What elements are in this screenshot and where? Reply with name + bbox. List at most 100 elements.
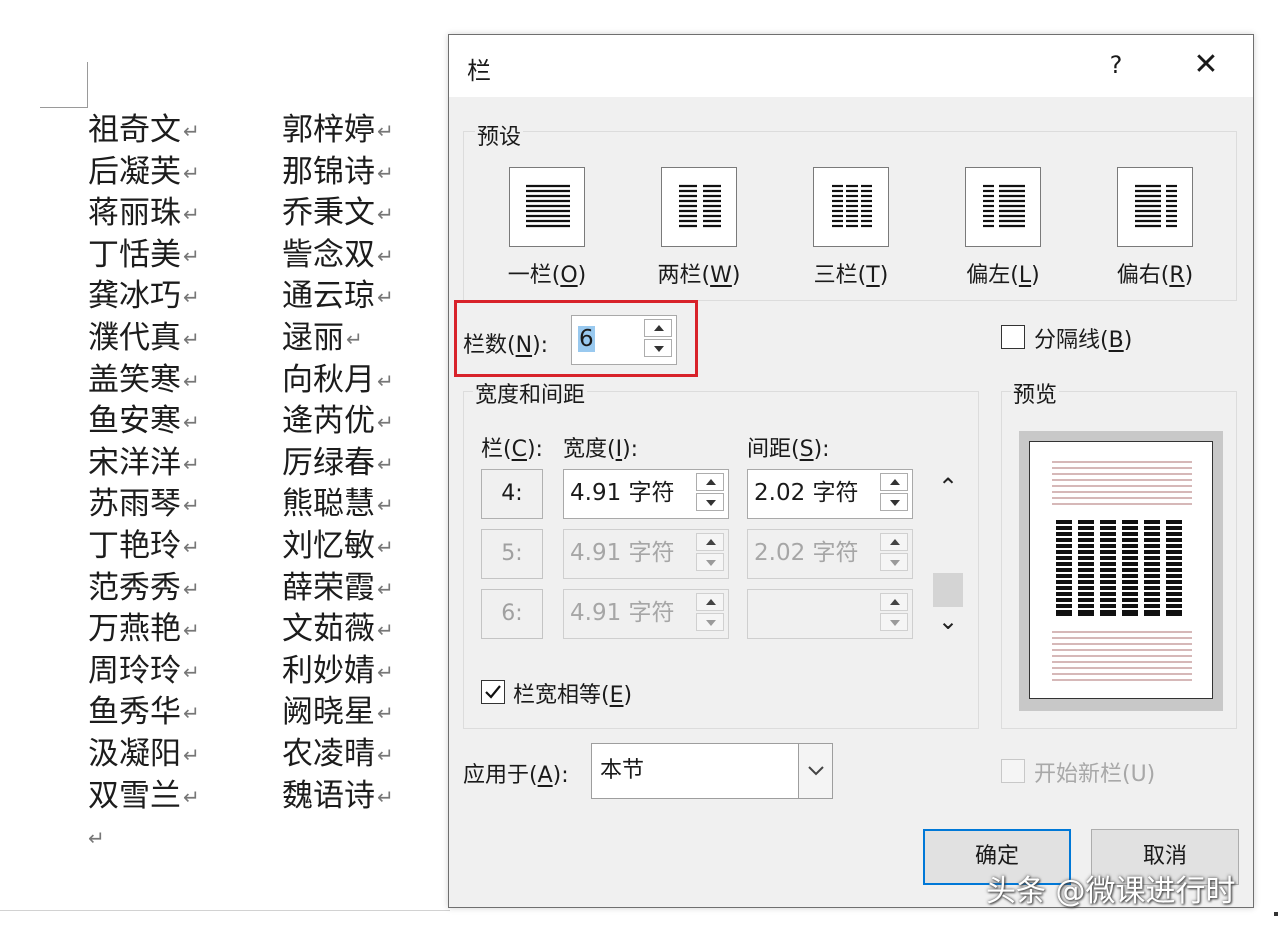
- width-field-6: 4.91 字符: [563, 589, 729, 639]
- apply-to-select[interactable]: 本节: [591, 743, 833, 799]
- dropdown-button[interactable]: [798, 744, 832, 798]
- decrement-button[interactable]: [880, 493, 908, 511]
- increment-button[interactable]: [696, 473, 724, 491]
- paragraph-mark-icon: ↵: [377, 119, 394, 143]
- name-text: 魏语诗: [282, 777, 375, 814]
- document-line: 祖奇文 ↵: [88, 110, 200, 152]
- document-line: 丁艳玲 ↵: [88, 526, 200, 568]
- arrow-up-icon: [706, 599, 716, 605]
- preset-right-label[interactable]: 偏右(R): [1095, 257, 1215, 289]
- scrollbar-thumb[interactable]: [933, 573, 963, 607]
- name-text: 利妙婧: [282, 652, 375, 689]
- scroll-up-icon[interactable]: ⌃: [935, 473, 961, 501]
- decrement-button[interactable]: [696, 493, 724, 511]
- document-line: 丁恬美 ↵: [88, 235, 200, 277]
- decrement-button: [696, 553, 724, 571]
- name-text: 向秋月: [282, 361, 375, 398]
- preset-three-columns-label[interactable]: 三栏(T): [791, 257, 911, 289]
- width-field-4[interactable]: 4.91 字符: [563, 469, 729, 519]
- close-button[interactable]: ✕: [1189, 49, 1223, 81]
- paragraph-mark-icon: ↵: [346, 326, 363, 351]
- paragraph-mark-icon: ↵: [183, 659, 200, 684]
- paragraph-mark-icon: ↵: [183, 160, 200, 185]
- document-line: 逄芮优 ↵: [282, 401, 394, 443]
- document-column-2: 郭梓婷 ↵ 那锦诗 ↵ 乔秉文 ↵ 訾念双 ↵ 通云琼 ↵ 逯丽 ↵ 向秋月 ↵ 逄芮优 ↵ 厉绿春 ↵ 熊聪慧 ↵ 刘…: [282, 110, 394, 817]
- document-line: 蒋丽珠 ↵: [88, 193, 200, 235]
- spacing-value-4[interactable]: 2.02 字符: [754, 470, 859, 516]
- arrow-up-icon: [706, 539, 716, 545]
- document-line: 利妙婧 ↵: [282, 651, 394, 693]
- paragraph-mark-icon: ↵: [377, 493, 394, 518]
- paragraph-mark-icon: ↵: [183, 243, 200, 268]
- name-text: 丁艳玲: [88, 527, 181, 564]
- increment-button[interactable]: [880, 473, 908, 491]
- paragraph-mark-icon: ↵: [183, 701, 200, 726]
- name-text: 薛荣霞: [282, 569, 375, 606]
- width-value-6: 4.91 字符: [570, 600, 675, 626]
- paragraph-mark-icon: ↵: [377, 742, 394, 767]
- document-line: 鱼安寒 ↵: [88, 401, 200, 443]
- paragraph-mark-icon: ↵: [183, 534, 200, 559]
- document-line: 向秋月 ↵: [282, 360, 394, 402]
- preset-one-column[interactable]: [509, 167, 585, 247]
- document-line: 龚冰巧 ↵: [88, 276, 200, 318]
- arrow-down-icon: [706, 500, 716, 506]
- paragraph-mark-icon: ↵: [183, 202, 200, 227]
- width-header: 宽度(I):: [563, 437, 639, 462]
- arrow-down-icon: [706, 560, 716, 566]
- preset-two-columns-label[interactable]: 两栏(W): [639, 257, 759, 289]
- increment-button: [880, 533, 908, 551]
- preset-one-column-label[interactable]: 一栏(O): [487, 257, 607, 289]
- preset-two-columns[interactable]: [661, 167, 737, 247]
- arrow-up-icon: [890, 599, 900, 605]
- name-text: 苏雨琴: [88, 486, 181, 523]
- document-line: 后凝芙 ↵: [88, 152, 200, 194]
- preview-frame: [1019, 431, 1223, 711]
- equal-width-checkbox[interactable]: [481, 680, 505, 704]
- name-text: 刘忆敏: [282, 527, 375, 564]
- name-text: 周玲玲: [88, 652, 181, 689]
- paragraph-mark-icon: ↵: [183, 326, 200, 351]
- spacing-field-4[interactable]: 2.02 字符: [747, 469, 913, 519]
- preset-left[interactable]: [965, 167, 1041, 247]
- name-text: 汲凝阳: [88, 735, 181, 772]
- spacing-field-6: [747, 589, 913, 639]
- decrement-button: [696, 613, 724, 631]
- spacing-header: 间距(S):: [747, 437, 830, 462]
- width-spacing-label: 宽度和间距: [473, 377, 588, 409]
- spacing-value-5: 2.02 字符: [754, 540, 859, 566]
- preset-right[interactable]: [1117, 167, 1193, 247]
- highlight-annotation-box: [454, 300, 698, 377]
- increment-button: [696, 593, 724, 611]
- document-line: 厉绿春 ↵: [282, 443, 394, 485]
- line-between-checkbox[interactable]: [1001, 325, 1025, 349]
- scroll-down-icon[interactable]: ⌄: [935, 607, 961, 635]
- equal-width-label[interactable]: 栏宽相等(E): [513, 677, 632, 709]
- arrow-down-icon: [890, 560, 900, 566]
- name-text: 万燕艳: [88, 611, 181, 648]
- decrement-button: [880, 613, 908, 631]
- apply-to-value[interactable]: 本节: [600, 744, 644, 798]
- document-line: 鱼秀华 ↵: [88, 692, 200, 734]
- two-columns-icon: [679, 184, 721, 228]
- paragraph-mark-icon: ↵: [377, 576, 394, 601]
- preset-three-columns[interactable]: [813, 167, 889, 247]
- width-value-4[interactable]: 4.91 字符: [570, 470, 675, 516]
- arrow-up-icon: [890, 479, 900, 485]
- paragraph-mark-icon: ↵: [377, 202, 394, 227]
- name-text: 农凌晴: [282, 735, 375, 772]
- preview-label: 预览: [1011, 377, 1060, 409]
- name-text: 范秀秀: [88, 569, 181, 606]
- paragraph-mark-icon: ↵: [377, 451, 394, 476]
- document-line: 乔秉文 ↵: [282, 193, 394, 235]
- dialog-titlebar: 栏 ? ✕: [449, 35, 1253, 97]
- line-between-label[interactable]: 分隔线(B): [1034, 322, 1132, 354]
- paragraph-mark-icon: ↵: [88, 826, 105, 851]
- paragraph-mark-icon: ↵: [183, 576, 200, 601]
- name-text: 厉绿春: [282, 444, 375, 481]
- help-button[interactable]: ?: [1101, 49, 1131, 81]
- name-text: 逄芮优: [282, 403, 375, 440]
- preset-left-label[interactable]: 偏左(L): [943, 257, 1063, 289]
- arrow-up-icon: [890, 539, 900, 545]
- watermark-text: 头条 @微课进行时: [986, 874, 1236, 909]
